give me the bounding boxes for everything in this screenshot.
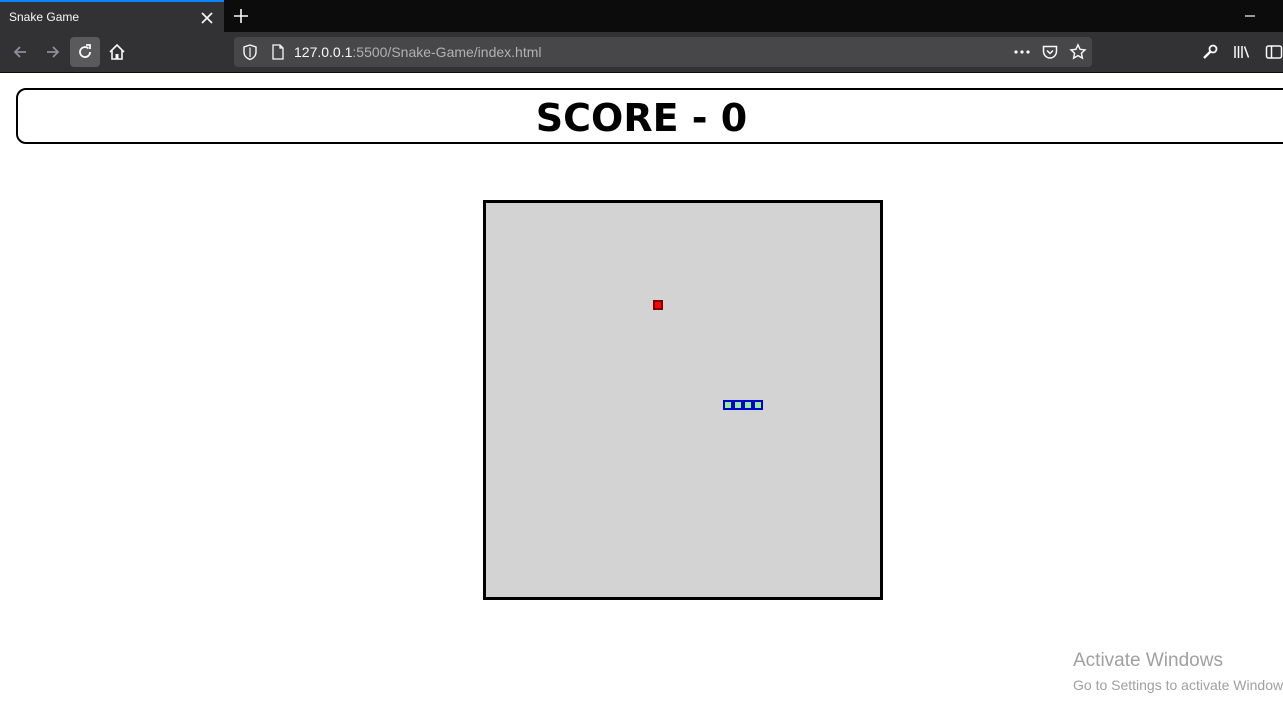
game-board[interactable] [483, 200, 883, 600]
library-icon[interactable] [1233, 43, 1251, 61]
forward-button[interactable] [38, 37, 68, 67]
snake-segment [743, 400, 753, 410]
reload-button[interactable] [70, 37, 100, 67]
plus-icon[interactable] [231, 6, 251, 26]
snake-segment [753, 400, 763, 410]
tab-snake-game[interactable]: Snake Game [0, 0, 224, 32]
home-icon [109, 43, 125, 60]
forward-arrow-icon [47, 46, 60, 58]
url-host: 127.0.0.1 [294, 44, 353, 60]
back-arrow-icon [13, 46, 26, 58]
home-button[interactable] [102, 37, 132, 67]
reload-icon [79, 44, 91, 58]
address-bar[interactable]: 127.0.0.1:5500/Snake-Game/index.html [234, 37, 1092, 67]
shield-icon[interactable] [241, 43, 259, 61]
score-display: SCORE - 0 [535, 96, 748, 140]
close-icon[interactable] [198, 9, 216, 27]
minimize-icon[interactable] [1240, 6, 1260, 26]
more-actions-icon[interactable] [1013, 43, 1031, 61]
watermark-title: Activate Windows [1073, 650, 1223, 671]
snake-segment [733, 400, 743, 410]
back-button[interactable] [5, 37, 35, 67]
pocket-icon[interactable] [1041, 43, 1059, 61]
sidebar-icon[interactable] [1265, 43, 1283, 61]
food [653, 300, 663, 310]
url-path: :5500/Snake-Game/index.html [352, 44, 542, 60]
bookmark-star-icon[interactable] [1069, 43, 1087, 61]
url-text[interactable]: 127.0.0.1:5500/Snake-Game/index.html [294, 44, 542, 60]
activate-windows-watermark: Activate Windows Go to Settings to activ… [1073, 650, 1283, 696]
wrench-icon[interactable] [1201, 43, 1219, 61]
navigation-toolbar: 127.0.0.1:5500/Snake-Game/index.html [0, 32, 1283, 73]
tab-strip: Snake Game [0, 0, 1283, 32]
watermark-subtitle: Go to Settings to activate Windows. [1073, 677, 1283, 693]
tab-title: Snake Game [9, 10, 80, 24]
page-icon[interactable] [269, 43, 287, 61]
snake-head [723, 400, 733, 410]
